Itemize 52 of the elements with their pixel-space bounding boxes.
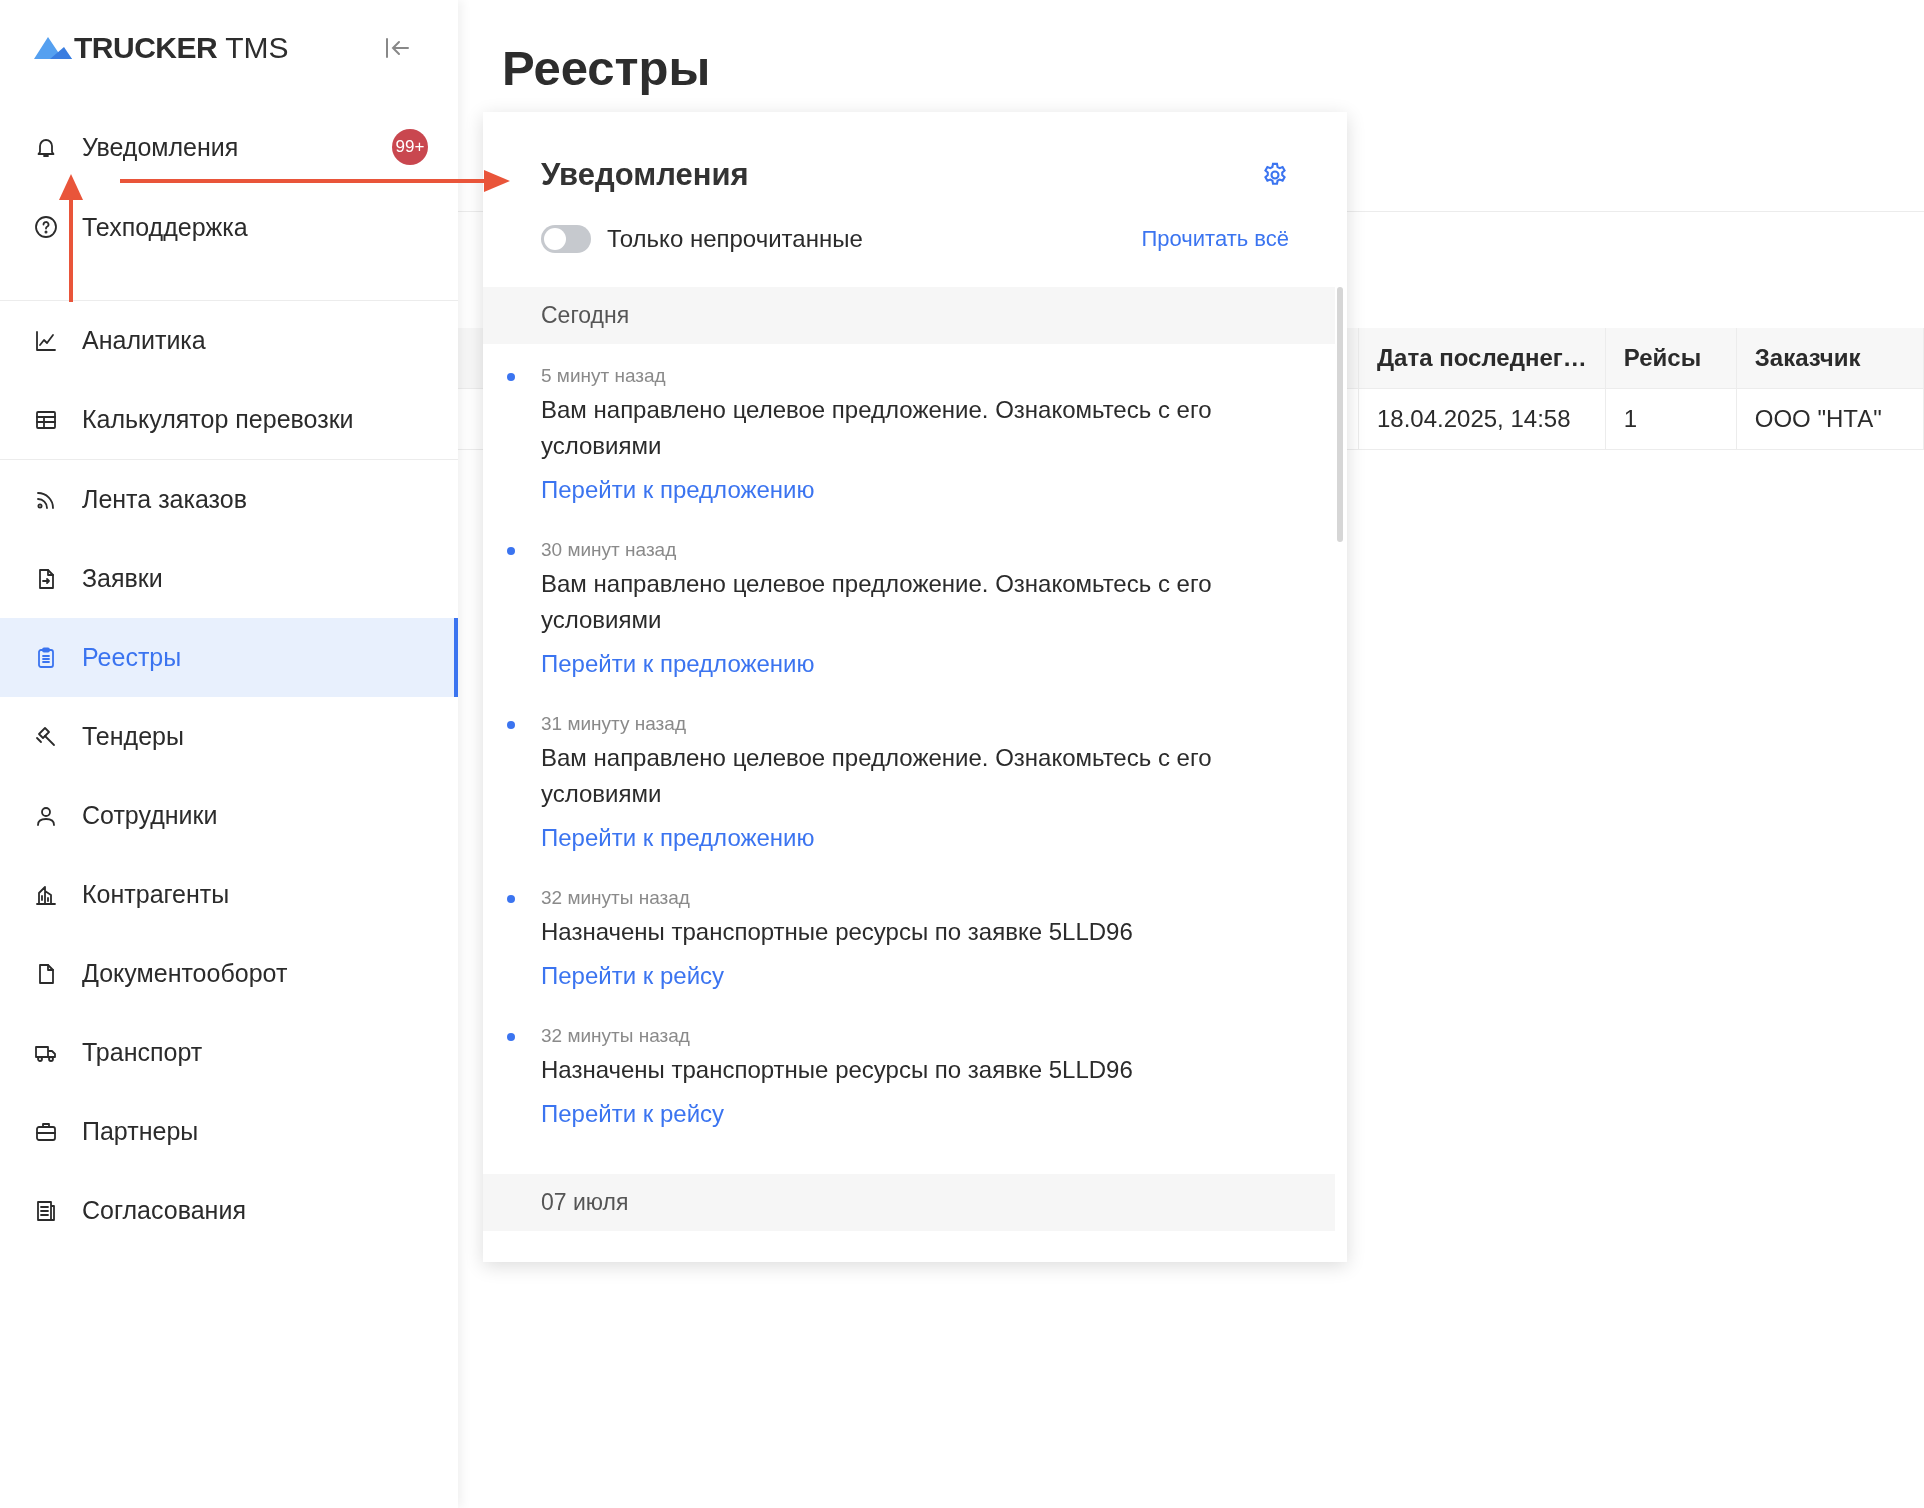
notification-link[interactable]: Перейти к рейсу [541,1096,725,1132]
logo-brand: TRUCKER [74,31,218,65]
gavel-icon [34,724,58,749]
notification-text: Вам направлено целевое предложение. Ознакомьтесь с его условиями [541,569,1213,635]
toggle-label: Только непрочитанные [607,225,863,253]
sidebar-item[interactable]: Партнеры [0,1092,458,1171]
notification-link[interactable]: Перейти к предложению [541,820,815,856]
sidebar-item[interactable]: Контрагенты [0,855,458,934]
column-header: Рейсы [1605,328,1737,389]
sidebar-item[interactable]: Сотрудники [0,776,458,855]
notification-text: Вам направлено целевое предложение. Ознакомьтесь с его условиями [541,395,1213,461]
column-header: Заказчик [1736,328,1924,389]
scrollbar[interactable] [1337,287,1343,542]
mountain-logo-icon [34,37,72,59]
panel-title: Уведомления [541,157,749,193]
notification-time: 32 минуты назад [541,888,691,908]
notification-text: Вам направлено целевое предложение. Ознакомьтесь с его условиями [541,743,1213,809]
sidebar-item[interactable]: Транспорт [0,1013,458,1092]
mark-all-read-link[interactable]: Прочитать всё [1141,226,1289,252]
notification-link[interactable]: Перейти к предложению [541,646,815,682]
date-heading: 07 июля [483,1174,1335,1231]
sidebar-item[interactable]: Калькулятор перевозки [0,380,458,459]
notification-link[interactable]: Перейти к рейсу [541,958,725,994]
notification-time: 30 минут назад [541,540,678,560]
sidebar-item[interactable]: Лента заказов [0,460,458,539]
unread-only-toggle[interactable] [541,225,591,253]
notification-time: 5 минут назад [541,366,667,386]
notification-text: Назначены транспортные ресурсы по заявке 5LLD96 [541,917,1134,947]
sidebar-item[interactable]: Реестры [0,618,458,697]
line-chart-icon [34,328,58,353]
notification-count-badge: 99+ [392,129,428,165]
sidebar-item[interactable]: Согласования [0,1171,458,1250]
sidebar-link[interactable]: Техподдержка [82,212,248,242]
table-cell: 1 [1605,388,1737,450]
column-header: Дата последнег… [1358,328,1606,389]
notification-link[interactable]: Перейти к предложению [541,472,815,508]
table-cell: 18.04.2025, 14:58 [1358,388,1606,450]
sidebar-item[interactable]: Документооборот [0,934,458,1013]
notification-time: 32 минуты назад [541,1026,691,1046]
sidebar-item[interactable]: Аналитика [0,301,458,380]
sidebar-item[interactable]: Заявки [0,539,458,618]
notification-text: Назначены транспортные ресурсы по заявке 5LLD96 [541,1055,1134,1085]
date-heading: Сегодня [483,287,1335,344]
document-list-icon [34,1198,58,1223]
page-title: Реестры [502,40,712,96]
notification-time: 31 минуту назад [541,714,687,734]
collapse-sidebar-button[interactable] [384,36,410,60]
sidebar-link[interactable]: Уведомления [82,132,239,162]
sidebar-item[interactable]: Тендеры [0,697,458,776]
logo-product: TMS [225,31,289,65]
help-icon [34,215,58,239]
table-cell: ООО "НТА" [1736,388,1924,450]
